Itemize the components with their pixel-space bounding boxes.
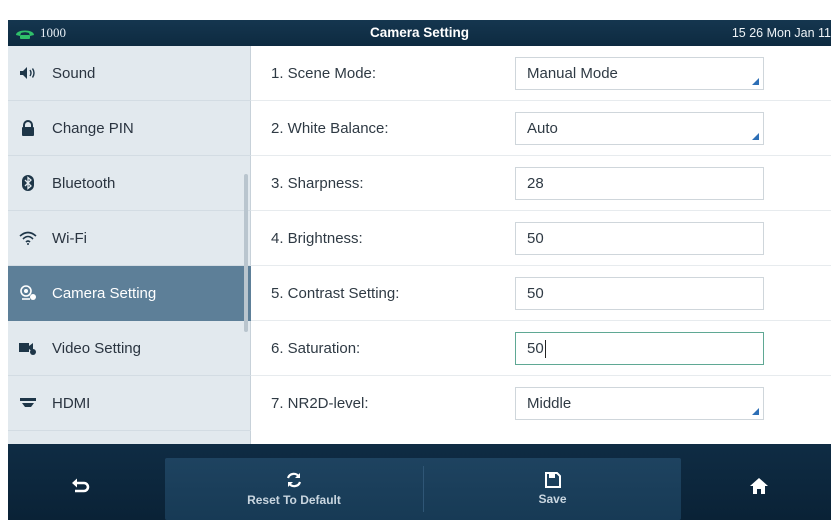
setting-row-sharpness: 3. Sharpness: 28 [251, 156, 831, 211]
scene-mode-select[interactable]: Manual Mode [515, 57, 764, 90]
dropdown-corner-icon [752, 78, 759, 85]
setting-label: 1. Scene Mode: [271, 65, 377, 82]
account-indicator[interactable]: 1000 [14, 20, 66, 46]
saturation-input[interactable]: 50 [515, 332, 764, 365]
sidebar-item-label: Bluetooth [52, 174, 116, 192]
input-value: 50 [527, 285, 544, 302]
setting-label: 7. NR2D-level: [271, 395, 369, 412]
sidebar-item-bluetooth[interactable]: Bluetooth [8, 156, 251, 211]
softkey-bar: Reset To Default Save [8, 444, 831, 520]
text-caret [544, 340, 546, 359]
page-title: Camera Setting [369, 25, 470, 40]
floppy-disk-icon [544, 472, 561, 488]
sidebar-scrollbar[interactable] [244, 174, 248, 332]
brightness-input[interactable]: 50 [515, 222, 764, 255]
save-label: Save [538, 492, 567, 506]
phone-screen: 1000 Camera Setting 15 26 Mon Jan 11 Sou… [0, 0, 831, 530]
lock-icon [18, 118, 38, 138]
select-value: Auto [527, 120, 558, 137]
setting-label: 4. Brightness: [271, 230, 363, 247]
sharpness-input[interactable]: 28 [515, 167, 764, 200]
sidebar-item-sound[interactable]: Sound [8, 46, 251, 101]
hdmi-icon [18, 393, 38, 413]
setting-label: 6. Saturation: [271, 340, 361, 357]
white-balance-select[interactable]: Auto [515, 112, 764, 145]
sidebar-item-label: Sound [52, 64, 96, 82]
bluetooth-icon [18, 173, 38, 193]
nr2d-level-select[interactable]: Middle [515, 387, 764, 420]
select-value: Middle [527, 395, 572, 412]
home-icon [750, 478, 768, 494]
dropdown-corner-icon [752, 133, 759, 140]
sidebar-item-camera-setting[interactable]: Camera Setting [8, 266, 251, 321]
sidebar-item-label: Camera Setting [52, 284, 157, 302]
home-button[interactable] [734, 466, 784, 506]
sidebar-item-hdmi[interactable]: HDMI [8, 376, 251, 431]
status-bar: 1000 Camera Setting 15 26 Mon Jan 11 [8, 20, 831, 46]
speaker-icon [18, 63, 38, 83]
sidebar-item-label: HDMI [52, 394, 91, 412]
clock: 15 26 Mon Jan 11 [731, 26, 831, 40]
camera-setting-icon [18, 283, 38, 303]
setting-label: 2. White Balance: [271, 120, 389, 137]
sidebar-item-video-setting[interactable]: Video Setting [8, 321, 251, 376]
dropdown-corner-icon [752, 408, 759, 415]
setting-label: 3. Sharpness: [271, 175, 364, 192]
refresh-icon [286, 472, 302, 488]
reset-to-default-button[interactable]: Reset To Default [165, 458, 423, 520]
setting-label: 5. Contrast Setting: [271, 285, 400, 302]
setting-row-scene-mode: 1. Scene Mode: Manual Mode [251, 46, 831, 101]
input-value: 50 [527, 340, 544, 357]
setting-row-white-balance: 2. White Balance: Auto [251, 101, 831, 156]
sidebar-item-wifi[interactable]: Wi-Fi [8, 211, 251, 266]
select-value: Manual Mode [527, 65, 618, 82]
contrast-input[interactable]: 50 [515, 277, 764, 310]
sidebar-item-label: Video Setting [52, 339, 141, 357]
back-button[interactable] [56, 466, 106, 506]
back-arrow-icon [72, 478, 90, 493]
account-number: 1000 [40, 25, 66, 40]
setting-row-contrast: 5. Contrast Setting: 50 [251, 266, 831, 321]
video-setting-icon [18, 338, 38, 358]
input-value: 28 [527, 175, 544, 192]
input-value: 50 [527, 230, 544, 247]
sidebar-item-label: Change PIN [52, 119, 134, 137]
sidebar-item-change-pin[interactable]: Change PIN [8, 101, 251, 156]
save-button[interactable]: Save [424, 458, 681, 520]
setting-row-nr2d-level: 7. NR2D-level: Middle [251, 376, 831, 431]
sidebar: Sound Change PIN Bluetooth Wi-Fi Camera … [8, 46, 251, 444]
settings-panel: 1. Scene Mode: Manual Mode 2. White Bala… [251, 46, 831, 444]
setting-row-brightness: 4. Brightness: 50 [251, 211, 831, 266]
setting-row-saturation: 6. Saturation: 50 [251, 321, 831, 376]
phone-handset-icon [16, 30, 34, 39]
reset-label: Reset To Default [247, 493, 341, 507]
wifi-icon [18, 228, 38, 248]
sidebar-item-label: Wi-Fi [52, 229, 87, 247]
